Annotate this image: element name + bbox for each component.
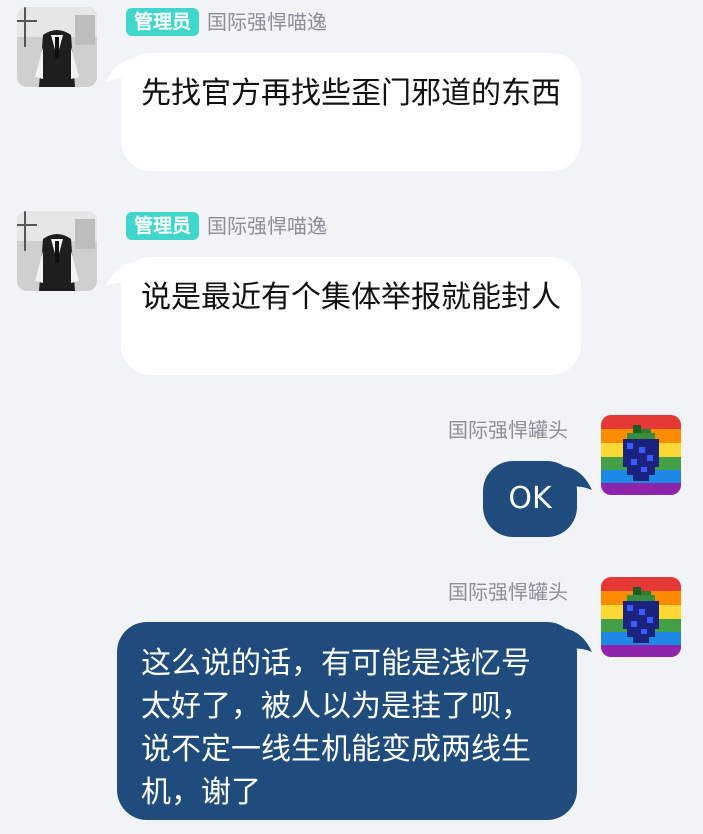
pixel-berry-rainbow-icon <box>601 415 681 495</box>
message-bubble[interactable]: OK <box>483 461 577 537</box>
message-header: 国际强悍罐头 <box>448 577 568 607</box>
message-bubble[interactable]: 先找官方再找些歪门邪道的东西 <box>121 53 581 171</box>
admin-badge: 管理员 <box>126 8 200 36</box>
man-in-vest-photo-icon <box>17 211 97 291</box>
avatar[interactable] <box>601 415 681 495</box>
message-row: 管理员 国际强悍喵逸 说是最近有个集体举报就能封人 <box>0 204 703 384</box>
sender-name[interactable]: 国际强悍罐头 <box>448 415 568 445</box>
message-bubble[interactable]: 说是最近有个集体举报就能封人 <box>121 257 581 375</box>
message-bubble[interactable]: 这么说的话，有可能是浅忆号太好了，被人以为是挂了呗，说不定一线生机能变成两线生机… <box>117 622 577 820</box>
message-row: 国际强悍罐头 OK <box>0 408 703 548</box>
message-row: 管理员 国际强悍喵逸 先找官方再找些歪门邪道的东西 <box>0 0 703 180</box>
admin-badge: 管理员 <box>126 212 200 240</box>
sender-name[interactable]: 国际强悍喵逸 <box>207 7 327 37</box>
man-in-vest-photo-icon <box>17 7 97 87</box>
message-header: 管理员 国际强悍喵逸 <box>126 211 327 241</box>
avatar[interactable] <box>601 577 681 657</box>
sender-name[interactable]: 国际强悍喵逸 <box>207 211 327 241</box>
pixel-berry-rainbow-icon <box>601 577 681 657</box>
message-header: 管理员 国际强悍喵逸 <box>126 7 327 37</box>
message-row: 国际强悍罐头 这么说的话，有可能是浅忆号太好了，被人以为是挂了呗，说不定一线生机… <box>0 572 703 834</box>
avatar[interactable] <box>17 7 97 87</box>
avatar[interactable] <box>17 211 97 291</box>
message-header: 国际强悍罐头 <box>448 415 568 445</box>
sender-name[interactable]: 国际强悍罐头 <box>448 577 568 607</box>
